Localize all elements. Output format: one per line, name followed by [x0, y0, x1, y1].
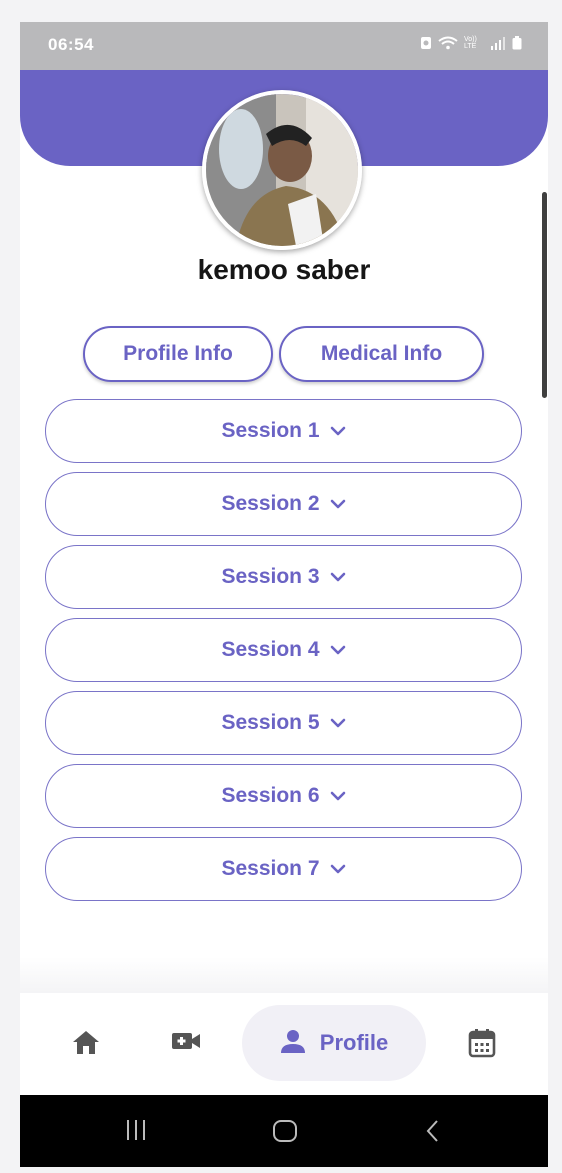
- profile-info-button[interactable]: Profile Info: [83, 326, 273, 382]
- video-call-icon[interactable]: [171, 1031, 201, 1056]
- chevron-down-icon: [330, 499, 346, 509]
- recent-apps-icon[interactable]: [124, 1119, 148, 1146]
- scrollbar[interactable]: [542, 192, 547, 398]
- status-bar: 06:54 Vo)) LTE: [20, 22, 548, 70]
- session-item[interactable]: Session 5: [45, 691, 522, 755]
- chevron-down-icon: [330, 864, 346, 874]
- signal-icon: [491, 37, 505, 50]
- back-icon[interactable]: [424, 1119, 442, 1148]
- calendar-icon[interactable]: [468, 1028, 496, 1063]
- bottom-fade: [20, 957, 548, 993]
- session-label: Session 4: [221, 638, 320, 661]
- session-item[interactable]: Session 7: [45, 837, 522, 901]
- session-item[interactable]: Session 2: [45, 472, 522, 536]
- nav-profile-label: Profile: [319, 1030, 389, 1055]
- home-icon[interactable]: [72, 1029, 100, 1060]
- nav-profile-tab[interactable]: Profile: [242, 1005, 426, 1081]
- session-label: Session 7: [221, 857, 320, 880]
- chevron-down-icon: [330, 426, 346, 436]
- session-label: Session 1: [221, 419, 320, 442]
- chevron-down-icon: [330, 572, 346, 582]
- phone-screen: 06:54 Vo)) LTE kemoo saber Profile Info …: [20, 22, 548, 1167]
- avatar-photo-icon: [206, 94, 358, 246]
- session-label: Session 3: [221, 565, 320, 588]
- session-item[interactable]: Session 1: [45, 399, 522, 463]
- session-label: Session 2: [221, 492, 320, 515]
- carrier-label: Vo)) LTE: [464, 36, 477, 50]
- user-name: kemoo saber: [197, 254, 371, 285]
- system-nav-bar: [20, 1095, 548, 1167]
- chevron-down-icon: [330, 791, 346, 801]
- profile-avatar[interactable]: [202, 90, 362, 250]
- wifi-icon: [438, 36, 458, 50]
- person-icon: [280, 1028, 306, 1059]
- medical-info-button[interactable]: Medical Info: [279, 326, 484, 382]
- status-time: 06:54: [48, 35, 94, 54]
- session-item[interactable]: Session 3: [45, 545, 522, 609]
- notification-icon: [421, 37, 431, 49]
- session-item[interactable]: Session 4: [45, 618, 522, 682]
- chevron-down-icon: [330, 645, 346, 655]
- status-icons: Vo)) LTE: [420, 36, 522, 50]
- sessions-list: Session 1 Session 2 Session 3 Session 4 …: [45, 399, 522, 910]
- chevron-down-icon: [330, 718, 346, 728]
- bottom-nav: Profile: [20, 993, 548, 1095]
- session-item[interactable]: Session 6: [45, 764, 522, 828]
- home-button-icon[interactable]: [272, 1119, 298, 1148]
- session-label: Session 6: [221, 784, 320, 807]
- session-label: Session 5: [221, 711, 320, 734]
- battery-icon: [512, 36, 522, 50]
